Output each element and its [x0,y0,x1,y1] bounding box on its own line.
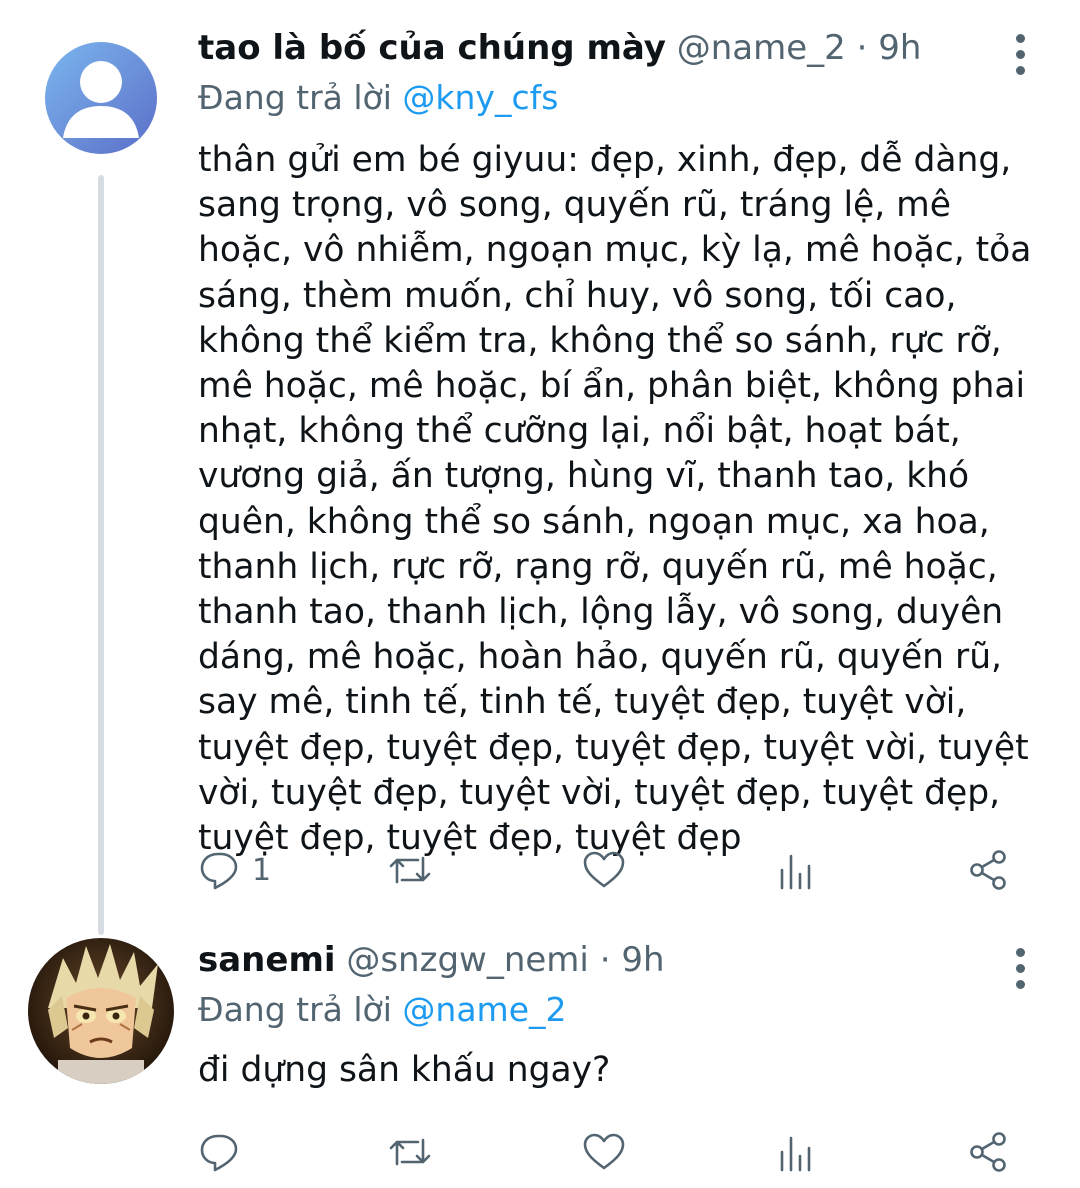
reply-button[interactable] [198,1122,242,1182]
retweet-button[interactable] [388,840,432,900]
thread-connector-line [98,175,104,935]
like-icon [583,851,625,888]
anime-character-avatar [28,938,174,1084]
share-button[interactable] [966,1122,1010,1182]
tweet-header: tao là bố của chúng mày @name_2 · 9h [198,28,921,68]
timestamp[interactable]: 9h [621,940,664,980]
share-icon [970,1132,1006,1172]
share-icon [970,850,1006,890]
timestamp[interactable]: 9h [878,28,921,68]
like-button[interactable] [582,1122,626,1182]
analytics-button[interactable] [774,1122,818,1182]
reply-count: 1 [252,852,272,888]
reply-button[interactable]: 1 [198,840,271,900]
reply-mention-link[interactable]: @name_2 [402,990,566,1029]
tweet-actions [198,1122,1038,1182]
like-icon [583,1133,625,1170]
user-avatar[interactable] [28,938,174,1084]
tweet[interactable]: sanemi @snzgw_nemi · 9h Đang trả lời @na… [0,920,1080,1188]
tweet[interactable]: tao là bố của chúng mày @name_2 · 9h Đan… [0,0,1080,935]
more-options-icon[interactable] [1014,948,1026,1010]
replying-to-label: Đang trả lời [198,990,392,1029]
like-button[interactable] [582,840,626,900]
display-name[interactable]: sanemi [198,940,336,980]
user-handle[interactable]: @name_2 [677,28,846,68]
display-name[interactable]: tao là bố của chúng mày [198,28,666,68]
retweet-button[interactable] [388,1122,432,1182]
share-button[interactable] [966,840,1010,900]
analytics-icon [780,854,811,890]
analytics-icon [780,1136,811,1172]
user-avatar[interactable] [45,42,157,154]
retweet-icon [389,1138,431,1166]
tweet-actions: 1 [198,840,1038,900]
analytics-button[interactable] [774,840,818,900]
reply-mention-link[interactable]: @kny_cfs [402,78,558,117]
reply-icon [200,1134,238,1172]
replying-to: Đang trả lời @kny_cfs [198,78,558,117]
default-user-avatar-icon [63,61,139,138]
replying-to-label: Đang trả lời [198,78,392,117]
tweet-text: thân gửi em bé giyuu: đẹp, xinh, đẹp, dễ… [198,140,1032,859]
more-options-icon[interactable] [1014,34,1026,96]
user-handle[interactable]: @snzgw_nemi [346,940,589,980]
tweet-header: sanemi @snzgw_nemi · 9h [198,940,665,980]
tweet-text: đi dựng sân khấu ngay? [198,1050,611,1090]
replying-to: Đang trả lời @name_2 [198,990,567,1029]
separator-dot: · [599,940,611,980]
reply-icon [200,852,238,890]
retweet-icon [389,856,431,884]
separator-dot: · [856,28,868,68]
